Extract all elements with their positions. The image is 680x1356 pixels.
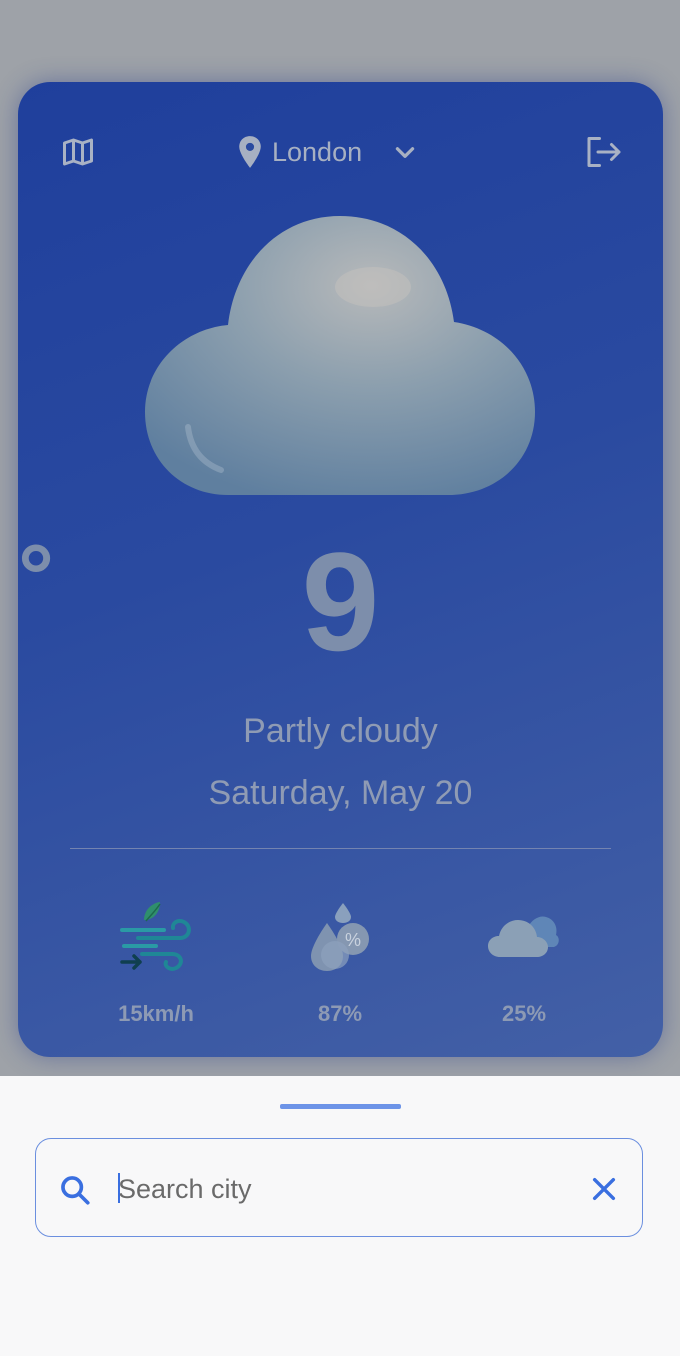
cloud-cover-value: 25% — [501, 1001, 547, 1026]
logout-button[interactable] — [582, 132, 626, 172]
map-icon — [63, 138, 93, 166]
wind-stat: 15km/h — [76, 897, 236, 1027]
weather-card: London 9 ° Partly cloudy Saturday, May 2… — [18, 82, 663, 1057]
chevron-down-icon — [395, 147, 415, 158]
map-button[interactable] — [58, 132, 98, 172]
temperature-value: 9 — [301, 523, 380, 680]
weather-date: Saturday, May 20 — [208, 774, 473, 812]
sheet-drag-handle[interactable] — [280, 1104, 401, 1109]
humidity-value: 87% — [317, 1001, 363, 1026]
search-bottom-sheet — [0, 1076, 680, 1356]
search-input[interactable] — [116, 1167, 570, 1211]
cloud-icon — [145, 216, 535, 495]
svg-text:%: % — [345, 930, 361, 950]
text-caret — [118, 1173, 120, 1203]
location-pin-icon — [239, 136, 261, 168]
degree-symbol: ° — [18, 527, 54, 627]
city-selector[interactable]: London — [236, 132, 418, 172]
weather-illustration — [143, 212, 538, 497]
clear-icon[interactable] — [588, 1173, 620, 1205]
wind-value: 15km/h — [118, 1001, 194, 1026]
temperature: 9 — [18, 527, 663, 677]
weather-condition: Partly cloudy — [243, 712, 438, 750]
cloud-cover-icon — [488, 916, 559, 957]
cloud-cover-stat: 25% — [444, 897, 604, 1027]
humidity-stat: % 87% — [260, 897, 420, 1027]
search-field[interactable] — [35, 1138, 643, 1237]
search-icon — [61, 1176, 90, 1205]
humidity-icon: % — [311, 903, 369, 971]
divider — [70, 848, 611, 849]
wind-icon — [120, 902, 191, 971]
logout-icon — [587, 137, 621, 167]
city-name: London — [272, 136, 363, 167]
